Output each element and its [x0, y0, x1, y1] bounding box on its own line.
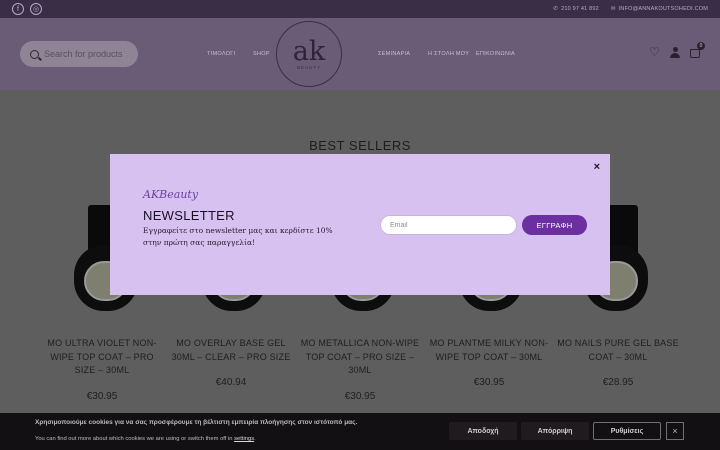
cookie-subtext-before: You can find out more about which cookie…	[35, 436, 235, 442]
email-contact[interactable]: ✉ INFO@ANNAKOUTSOHEDI.COM	[611, 6, 708, 12]
email-address[interactable]: INFO@ANNAKOUTSOHEDI.COM	[619, 6, 708, 12]
header-actions: ♡ 0	[649, 42, 705, 58]
close-icon[interactable]: ×	[594, 162, 600, 173]
cookie-reject-button[interactable]: Απόρριψη	[521, 422, 589, 440]
phone-icon: ✆	[553, 6, 559, 12]
newsletter-description: Εγγραφείτε στο newsletter μας και κερδίσ…	[143, 226, 333, 247]
phone-number[interactable]: 210 97 41 892	[561, 6, 599, 12]
social-links: f ◎	[12, 3, 42, 15]
product-title[interactable]: MO METALLICA NON-WIPE TOP COAT – PRO SIZ…	[297, 337, 423, 378]
newsletter-modal: × AKBeauty NEWSLETTER Εγγραφείτε στο new…	[110, 154, 610, 295]
nav-item-shop[interactable]: SHOP	[253, 51, 270, 57]
product-price: €30.95	[344, 391, 376, 402]
product-title[interactable]: MO PLANTME MILKY NON-WIPE TOP COAT – 30M…	[426, 337, 552, 364]
search-input[interactable]	[44, 49, 128, 59]
search-icon[interactable]	[30, 49, 39, 59]
close-icon[interactable]: ×	[666, 422, 684, 440]
email-field[interactable]	[380, 215, 517, 235]
cookie-subtext-after: .	[254, 436, 256, 442]
cookie-message: Χρησιμοποιούμε cookies για να σας προσφέ…	[35, 419, 358, 426]
phone-contact[interactable]: ✆ 210 97 41 892	[553, 6, 599, 12]
logo-text: ak	[292, 36, 326, 67]
nav-item-my-uniform[interactable]: Η ΣΤΟΛΗ ΜΟΥ	[428, 51, 469, 57]
product-title[interactable]: MO ULTRA VIOLET NON-WIPE TOP COAT – PRO …	[39, 337, 165, 378]
product-price: €40.94	[215, 377, 247, 388]
logo[interactable]: ak BEAUTY	[276, 21, 342, 87]
brand-logo-script: AKBeauty	[143, 188, 199, 201]
contact-info: ✆ 210 97 41 892 ✉ INFO@ANNAKOUTSOHEDI.COM	[553, 6, 708, 12]
logo-subtext: BEAUTY	[296, 65, 321, 70]
cookie-banner: Χρησιμοποιούμε cookies για να σας προσφέ…	[0, 413, 720, 450]
cart-icon[interactable]: 0	[690, 42, 705, 58]
product-price: €28.95	[602, 377, 634, 388]
product-title[interactable]: MO NAILS PURE GEL BASE COAT – 30ML	[555, 337, 681, 364]
cookie-subtext: You can find out more about which cookie…	[35, 436, 256, 442]
cart-count-badge: 0	[697, 42, 705, 50]
nav-item-seminars[interactable]: ΣΕΜΙΝΑΡΙΑ	[378, 51, 410, 57]
account-icon[interactable]	[670, 46, 680, 58]
nav-item-pricing[interactable]: ΤΙΜΟΛΟΓΙ	[207, 51, 235, 57]
product-title[interactable]: MO OVERLAY BASE GEL 30ML – CLEAR – PRO S…	[168, 337, 294, 364]
section-title: BEST SELLERS	[309, 138, 411, 153]
product-price: €30.95	[86, 391, 118, 402]
nav-item-contact[interactable]: ΕΠΙΚΟΙΝΩΝΙΑ	[476, 51, 515, 57]
instagram-icon[interactable]: ◎	[30, 3, 42, 15]
wishlist-icon[interactable]: ♡	[649, 46, 660, 58]
product-price: €30.95	[473, 377, 505, 388]
top-bar: f ◎ ✆ 210 97 41 892 ✉ INFO@ANNAKOUTSOHEDI.…	[0, 0, 720, 18]
site-header: ΤΙΜΟΛΟΓΙ SHOP ak BEAUTY ΣΕΜΙΝΑΡΙΑ Η ΣΤΟΛ…	[0, 18, 720, 90]
cookie-accept-button[interactable]: Αποδοχή	[449, 422, 517, 440]
mail-icon: ✉	[610, 6, 616, 12]
cookie-settings-link[interactable]: settings	[234, 436, 254, 442]
subscribe-button[interactable]: ΕΓΓΡΑΦΗ	[522, 215, 587, 235]
facebook-icon[interactable]: f	[12, 3, 24, 15]
search-box[interactable]	[20, 41, 138, 67]
newsletter-title: NEWSLETTER	[143, 208, 235, 223]
cookie-settings-button[interactable]: Ρυθμίσεις	[593, 422, 661, 440]
